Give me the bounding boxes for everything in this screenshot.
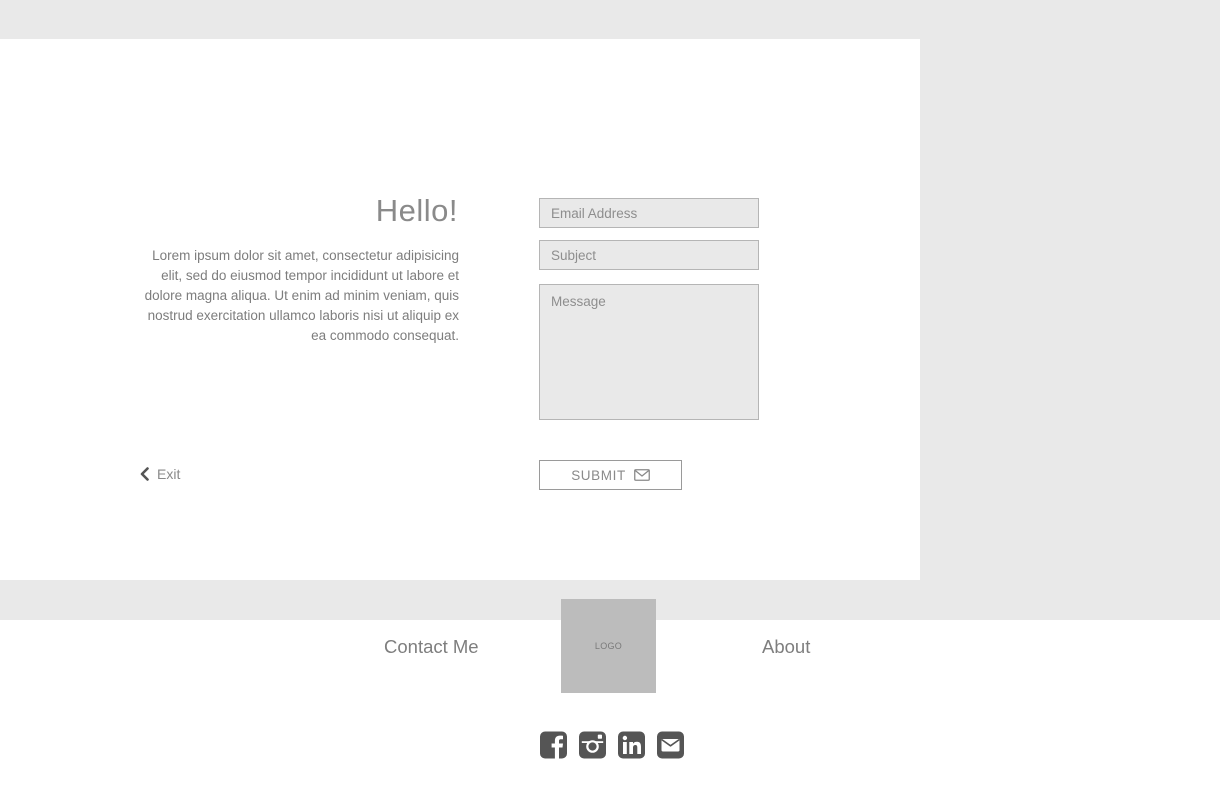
subject-field[interactable]: [539, 240, 759, 270]
exit-label: Exit: [157, 466, 181, 482]
facebook-icon[interactable]: [540, 731, 567, 759]
message-field[interactable]: [539, 284, 759, 420]
submit-button[interactable]: SUBMIT: [539, 460, 682, 490]
logo[interactable]: LOGO: [561, 599, 656, 693]
envelope-icon[interactable]: [657, 731, 684, 759]
social-links: [540, 731, 684, 759]
nav-contact-me[interactable]: Contact Me: [384, 636, 479, 658]
intro-text: Lorem ipsum dolor sit amet, consectetur …: [144, 248, 459, 343]
nav-about[interactable]: About: [762, 636, 810, 658]
instagram-icon[interactable]: [579, 731, 606, 759]
page-title: Hello!: [375, 193, 458, 228]
linkedin-icon[interactable]: [618, 731, 645, 759]
email-field[interactable]: [539, 198, 759, 228]
submit-label: SUBMIT: [571, 467, 626, 483]
chevron-left-icon: [139, 467, 150, 481]
exit-link[interactable]: Exit: [139, 466, 180, 482]
envelope-outline-icon: [633, 469, 650, 481]
logo-text: LOGO: [594, 641, 623, 651]
contact-card: Hello! Lorem ipsum dolor sit amet, conse…: [0, 39, 920, 580]
